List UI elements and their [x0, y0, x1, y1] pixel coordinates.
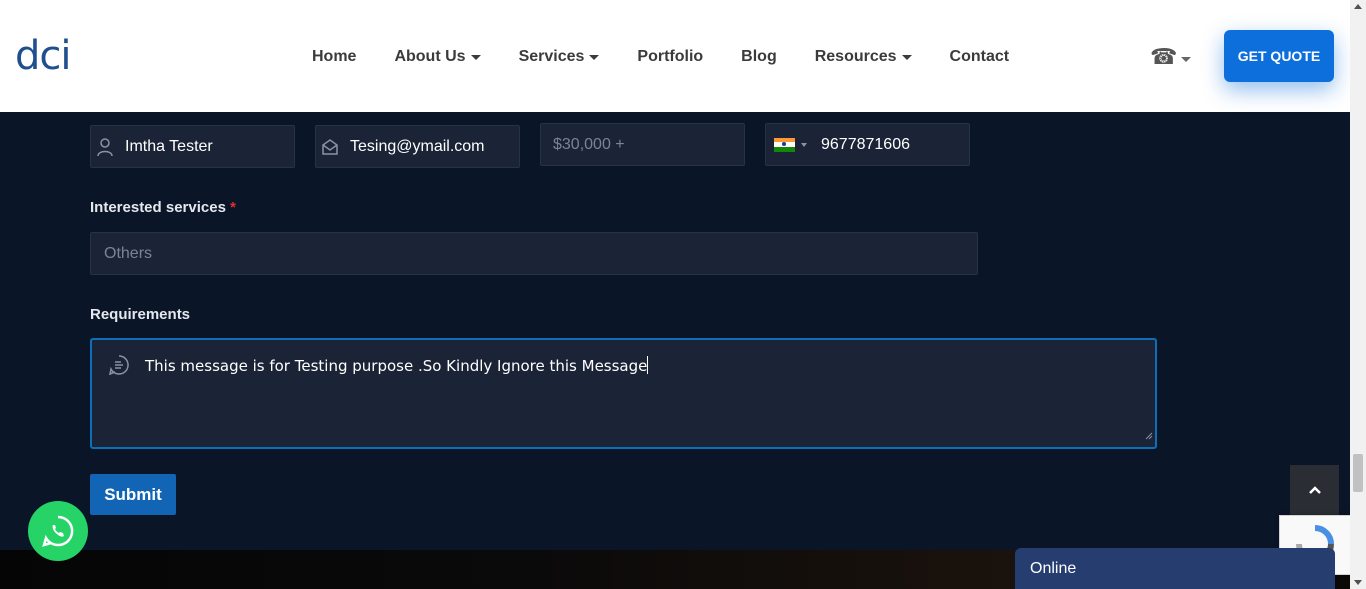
budget-placeholder: $30,000 +: [553, 135, 625, 153]
services-label-text: Interested services: [90, 199, 226, 216]
envelope-icon: [320, 137, 340, 157]
nav-label: About Us: [394, 48, 466, 65]
requirements-text: This message is for Testing purpose .So …: [145, 356, 649, 375]
scroll-down-arrow-icon[interactable]: [1354, 580, 1362, 585]
nav-label: Home: [312, 48, 357, 65]
main-nav: Home About Us Services Portfolio Blog Re…: [312, 46, 1047, 68]
nav-label: Contact: [949, 48, 1010, 65]
name-field[interactable]: Imtha Tester: [90, 125, 295, 168]
nav-portfolio[interactable]: Portfolio: [637, 46, 703, 68]
requirements-textarea[interactable]: This message is for Testing purpose .So …: [90, 338, 1157, 449]
nav-label: Services: [518, 48, 585, 65]
budget-field[interactable]: $30,000 +: [540, 123, 745, 166]
scroll-to-top-button[interactable]: [1290, 465, 1339, 515]
name-value: Imtha Tester: [125, 137, 213, 155]
email-value: Tesing@ymail.com: [350, 137, 485, 155]
nav-label: Resources: [814, 48, 897, 65]
nav-about-us[interactable]: About Us: [394, 46, 481, 68]
required-mark: *: [230, 199, 236, 216]
nav-services[interactable]: Services: [519, 46, 600, 68]
nav-home[interactable]: Home: [312, 46, 356, 68]
nav-resources[interactable]: Resources: [815, 46, 912, 68]
site-header: dci Home About Us Services Portfolio Blo…: [0, 0, 1350, 112]
nav-contact[interactable]: Contact: [950, 46, 1010, 68]
user-icon: [95, 137, 115, 157]
phone-field[interactable]: 9677871606: [765, 123, 970, 166]
chevron-up-icon: [1308, 486, 1321, 494]
resize-handle-icon[interactable]: [1145, 427, 1153, 445]
logo[interactable]: dci: [15, 36, 71, 76]
chat-status: Online: [1030, 559, 1077, 577]
services-select[interactable]: Others: [90, 232, 978, 275]
country-caret-icon: [801, 142, 807, 147]
scroll-up-arrow-icon[interactable]: [1354, 4, 1362, 9]
india-flag-icon[interactable]: [774, 137, 795, 152]
phone-dropdown[interactable]: ☎: [1150, 44, 1192, 69]
whatsapp-button[interactable]: [28, 501, 88, 561]
whatsapp-icon: [42, 515, 74, 547]
nav-label: Portfolio: [637, 48, 704, 65]
requirements-label: Requirements: [90, 306, 191, 323]
caret-down-icon: [589, 54, 600, 60]
scrollbar-thumb[interactable]: [1353, 454, 1363, 492]
get-quote-button[interactable]: GET QUOTE: [1224, 30, 1334, 82]
phone-icon: ☎: [1150, 44, 1178, 69]
caret-down-icon: [470, 54, 481, 60]
services-placeholder: Others: [104, 244, 153, 262]
caret-down-icon: [901, 54, 912, 60]
services-label: Interested services *: [90, 199, 236, 216]
phone-value: 9677871606: [821, 135, 910, 153]
nav-blog[interactable]: Blog: [741, 46, 777, 68]
chat-widget[interactable]: Online: [1015, 548, 1335, 589]
caret-down-icon: [1181, 56, 1192, 62]
requirements-value: This message is for Testing purpose .So …: [145, 357, 648, 375]
nav-label: Blog: [741, 48, 777, 65]
message-icon: [108, 354, 130, 381]
text-cursor: [647, 356, 649, 374]
email-field[interactable]: Tesing@ymail.com: [315, 125, 520, 168]
page-scrollbar[interactable]: [1350, 0, 1366, 589]
submit-button[interactable]: Submit: [90, 474, 176, 515]
